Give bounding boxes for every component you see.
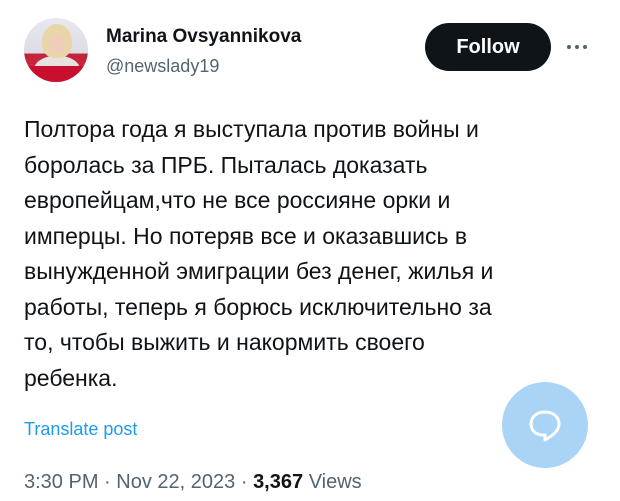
post-date[interactable]: Nov 22, 2023 xyxy=(116,471,235,493)
post-time[interactable]: 3:30 PM xyxy=(24,471,98,493)
tweet-line: ребенка. xyxy=(24,364,118,391)
author-name[interactable]: Marina Ovsyannikova xyxy=(106,26,301,48)
translate-post-link[interactable]: Translate post xyxy=(24,419,137,440)
tweet-line: работы, теперь я борюсь исключительно за xyxy=(24,293,492,320)
more-dot xyxy=(575,45,579,49)
more-options-icon[interactable] xyxy=(560,38,594,56)
tweet-line: то, чтобы выжить и накормить своего xyxy=(24,329,425,355)
more-dot xyxy=(567,45,571,49)
follow-button[interactable]: Follow xyxy=(425,23,551,71)
views-label: Views xyxy=(308,471,362,493)
more-dot xyxy=(583,45,587,49)
views-count: 3,367 xyxy=(253,471,304,493)
reply-bubble-icon xyxy=(529,410,561,442)
tweet-text: Полтора года я выступала против войны и … xyxy=(24,112,584,396)
tweet-line: европейцам,что не все россияне орки и xyxy=(24,187,451,213)
meta-separator: · xyxy=(240,471,248,493)
avatar[interactable] xyxy=(24,18,88,82)
avatar-news-strip xyxy=(24,66,88,82)
tweet-line: вынужденной эмиграции без денег, жилья и xyxy=(24,258,494,284)
avatar-face-shape xyxy=(49,34,65,54)
tweet-line: имперцы. Но потеряв все и оказавшись в xyxy=(24,222,468,249)
tweet-line: боролась за ПРБ. Пыталась доказать xyxy=(24,151,428,178)
tweet-meta: 3:30 PM · Nov 22, 2023 · 3,367 Views xyxy=(24,471,362,494)
reply-fab-button[interactable] xyxy=(502,382,588,468)
meta-separator: · xyxy=(104,471,111,493)
author-handle[interactable]: @newslady19 xyxy=(106,56,219,77)
tweet-line: Полтора года я выступала против войны и xyxy=(24,116,479,142)
